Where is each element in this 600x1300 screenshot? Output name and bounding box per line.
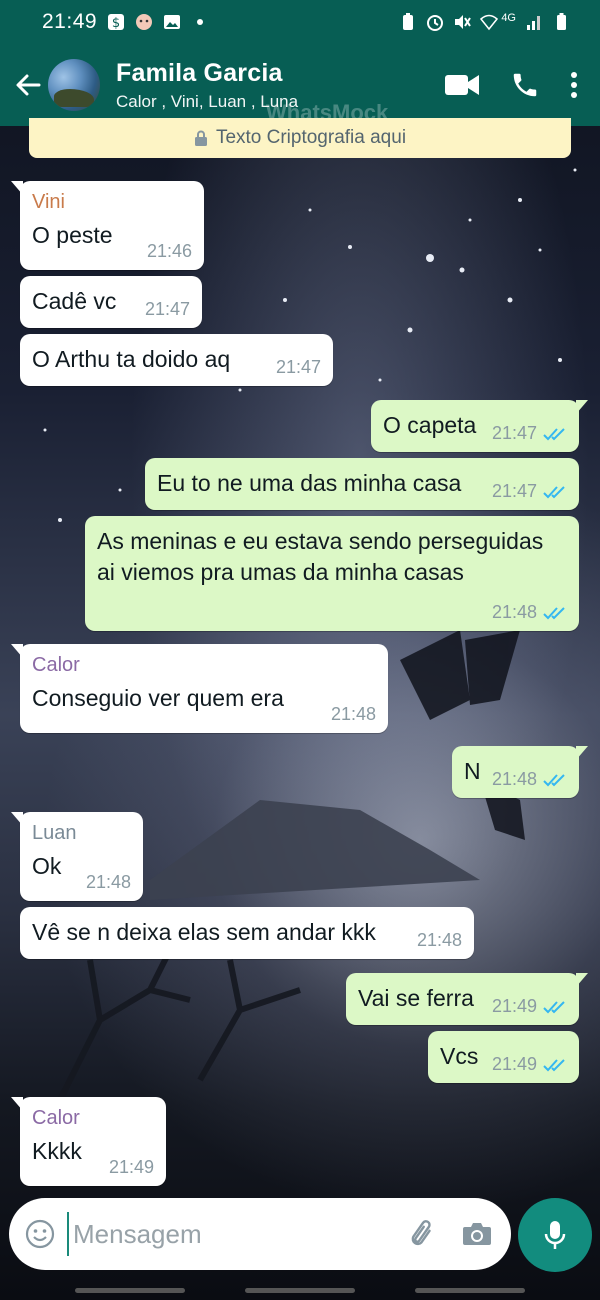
encryption-banner[interactable]: Texto Criptografia aqui — [29, 118, 571, 158]
microphone-icon — [544, 1221, 566, 1249]
status-bar: 21:49 $ 4G — [0, 0, 600, 44]
message-composer — [9, 1198, 511, 1270]
message-incoming[interactable]: Vê se n deixa elas sem andar kkk 21:48 — [20, 907, 474, 959]
message-sender: Vini — [32, 191, 65, 213]
more-vert-icon — [571, 72, 577, 98]
message-outgoing[interactable]: Vcs 21:49 — [428, 1031, 579, 1083]
read-ticks-icon — [543, 773, 565, 786]
signal-icon — [527, 16, 540, 30]
message-text: Conseguio ver quem era — [32, 685, 284, 711]
chat-title-block[interactable]: Famila Garcia Calor , Vini, Luan , Luna … — [116, 58, 444, 125]
group-avatar[interactable] — [48, 59, 100, 111]
voice-call-button[interactable] — [510, 70, 540, 100]
nav-bar-home[interactable] — [245, 1288, 355, 1293]
camera-icon — [463, 1223, 491, 1245]
read-ticks-icon — [543, 1000, 565, 1013]
message-input[interactable] — [67, 1212, 408, 1256]
nav-bar-right — [415, 1288, 525, 1293]
video-call-button[interactable] — [444, 72, 480, 98]
voice-record-button[interactable] — [518, 1198, 592, 1272]
message-outgoing[interactable]: As meninas e eu estava sendo perseguidas… — [85, 516, 579, 631]
phone-icon — [513, 73, 537, 97]
battery-icon — [557, 13, 566, 30]
message-time: 21:48 — [491, 602, 537, 622]
paperclip-icon — [411, 1220, 431, 1246]
chat-title: Famila Garcia — [116, 58, 283, 87]
message-outgoing[interactable]: Vai se ferra 21:49 — [346, 973, 588, 1025]
message-outgoing[interactable]: N 21:48 — [452, 746, 588, 798]
nav-bar-left — [75, 1288, 185, 1293]
message-text: Vê se n deixa elas sem andar kkk — [32, 919, 376, 945]
message-time: 21:48 — [85, 872, 131, 892]
status-time: 21:49 — [42, 10, 98, 33]
encryption-text: Texto Criptografia aqui — [215, 127, 407, 148]
message-sender: Calor — [32, 654, 80, 676]
read-ticks-icon — [543, 427, 565, 440]
read-ticks-icon — [543, 1058, 565, 1071]
video-call-icon — [445, 75, 479, 95]
arrow-left-icon — [16, 74, 41, 96]
app-notification-icon — [136, 14, 153, 30]
message-time: 21:47 — [491, 481, 537, 501]
message-incoming[interactable]: O Arthu ta doido aq 21:47 — [20, 334, 333, 386]
wifi-icon — [480, 14, 499, 31]
message-time: 21:48 — [491, 769, 537, 789]
image-notification-icon — [164, 15, 181, 29]
back-button[interactable] — [8, 65, 48, 105]
message-time: 21:47 — [491, 423, 537, 443]
emoji-button[interactable] — [25, 1219, 55, 1249]
lock-icon — [194, 130, 207, 146]
message-outgoing[interactable]: Eu to ne uma das minha casa 21:47 — [145, 458, 579, 510]
message-sender: Luan — [32, 822, 77, 844]
mute-icon — [455, 15, 472, 29]
svg-text:$: $ — [112, 16, 120, 31]
message-time: 21:49 — [491, 996, 537, 1016]
dot-icon — [197, 19, 204, 25]
message-time: 21:48 — [416, 930, 462, 950]
alarm-icon — [427, 15, 444, 31]
read-ticks-icon — [543, 485, 565, 498]
network-type: 4G — [501, 12, 516, 24]
message-time: 21:48 — [330, 704, 376, 724]
message-incoming[interactable]: Luan Ok 21:48 — [11, 812, 143, 901]
emoji-icon — [25, 1219, 55, 1249]
camera-button[interactable] — [462, 1221, 492, 1247]
message-time: 21:49 — [108, 1157, 154, 1177]
read-ticks-icon — [543, 606, 565, 619]
message-time: 21:47 — [275, 357, 321, 377]
attach-button[interactable] — [408, 1218, 438, 1250]
message-sender: Calor — [32, 1107, 80, 1129]
message-incoming[interactable]: Vini O peste 21:46 — [11, 181, 204, 270]
message-time: 21:47 — [144, 299, 190, 319]
chat-members: Calor , Vini, Luan , Luna WhatsMock — [116, 92, 444, 125]
message-time: 21:46 — [146, 241, 192, 261]
message-outgoing[interactable]: O capeta 21:47 — [371, 400, 588, 452]
message-text: As meninas e eu estava sendo perseguidas… — [97, 528, 544, 585]
chat-header: Famila Garcia Calor , Vini, Luan , Luna … — [0, 44, 600, 126]
message-incoming[interactable]: Cadê vc 21:47 — [20, 276, 202, 328]
message-incoming[interactable]: Calor Kkkk 21:49 — [11, 1097, 166, 1186]
dollar-notification-icon: $ — [108, 14, 125, 31]
message-time: 21:49 — [491, 1054, 537, 1074]
more-options-button[interactable] — [570, 71, 578, 99]
battery-saver-icon — [403, 13, 414, 30]
message-incoming[interactable]: Calor Conseguio ver quem era 21:48 — [11, 644, 388, 733]
